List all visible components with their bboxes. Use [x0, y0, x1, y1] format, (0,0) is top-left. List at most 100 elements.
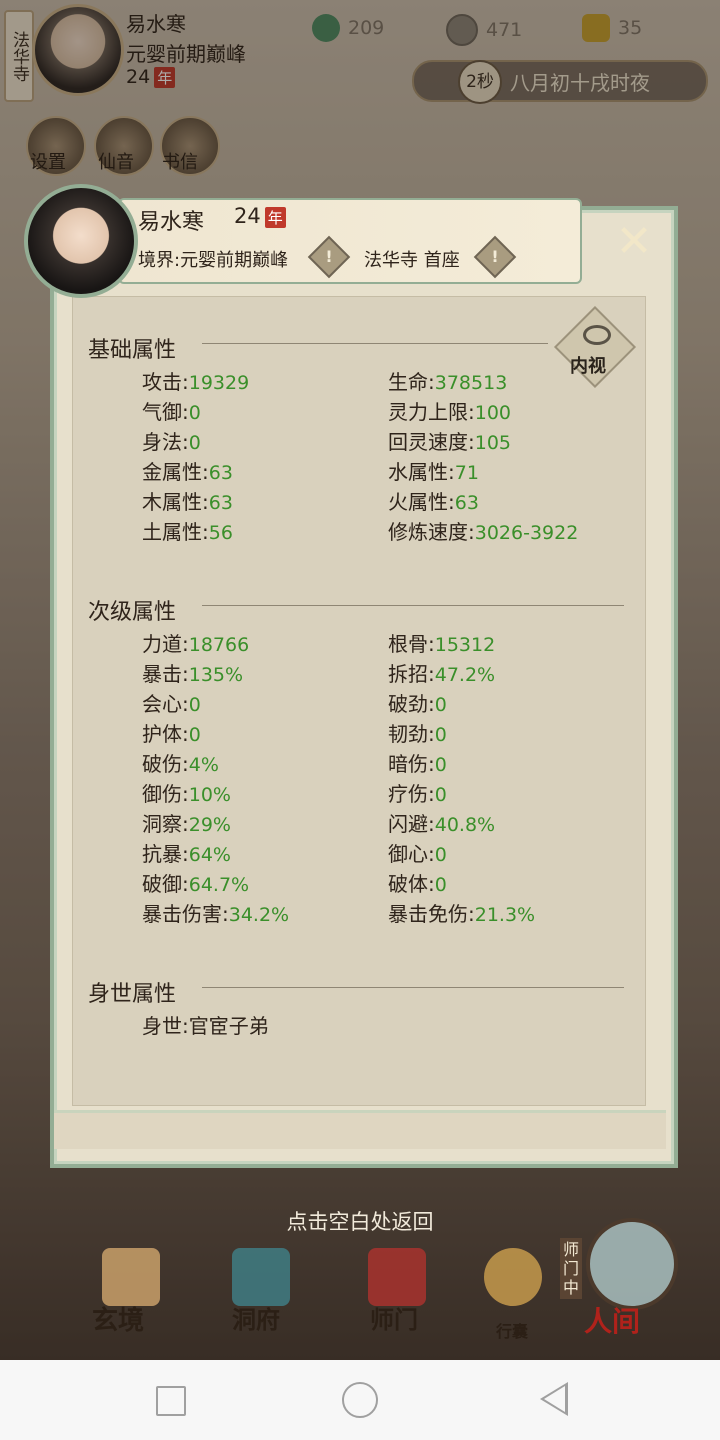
attribute-separator: : — [428, 632, 435, 656]
attribute-separator: : — [182, 430, 189, 454]
nav-xuanjing[interactable]: 玄境 — [92, 1300, 144, 1337]
attribute-separator: : — [182, 842, 189, 866]
back-icon[interactable] — [540, 1382, 568, 1416]
attribute-row: 暴击免伤:21.3% — [388, 898, 535, 927]
attribute-name: 疗伤 — [388, 782, 428, 806]
attribute-separator: : — [468, 430, 475, 454]
attribute-value: 0 — [434, 724, 447, 746]
attribute-row: 洞察:29% — [142, 808, 231, 837]
attribute-separator: : — [448, 460, 455, 484]
attribute-row: 暗伤:0 — [388, 748, 447, 777]
attribute-row: 破伤:4% — [142, 748, 219, 777]
attribute-row: 破体:0 — [388, 868, 447, 897]
attribute-name: 身法 — [142, 430, 182, 454]
attribute-name: 灵力上限 — [388, 400, 468, 424]
attribute-value: 10% — [188, 784, 231, 806]
attribute-name: 闪避 — [388, 812, 428, 836]
attribute-value: 0 — [434, 754, 447, 776]
attribute-separator: : — [448, 490, 455, 514]
attribute-row: 护体:0 — [142, 718, 201, 747]
character-portrait — [24, 184, 138, 298]
nav-renjian[interactable]: 人间 — [584, 1300, 640, 1340]
attribute-value: 47.2% — [434, 664, 496, 686]
nav-xingnang[interactable]: 行囊 — [496, 1318, 528, 1342]
attribute-row: 力道:18766 — [142, 628, 249, 657]
bag-nav-icon[interactable] — [484, 1248, 542, 1306]
character-realm: 境界:元婴前期巅峰 — [138, 250, 289, 271]
attribute-value: 71 — [454, 462, 479, 484]
attribute-value: 0 — [188, 402, 201, 424]
attribute-name: 破劲 — [388, 692, 428, 716]
attribute-value: 19329 — [188, 372, 250, 394]
attribute-row: 生命:378513 — [388, 366, 507, 395]
close-button[interactable]: ✕ — [610, 218, 658, 266]
character-name: 易水寒 — [138, 210, 205, 235]
attribute-value: 18766 — [188, 634, 250, 656]
attribute-value: 63 — [454, 492, 479, 514]
attribute-row: 闪避:40.8% — [388, 808, 495, 837]
attribute-row: 韧劲:0 — [388, 718, 447, 747]
attribute-separator: : — [468, 400, 475, 424]
attribute-separator: : — [428, 812, 435, 836]
attribute-separator: : — [182, 812, 189, 836]
section-title-background: 身世属性 — [88, 982, 177, 1007]
attribute-name: 洞察 — [142, 812, 182, 836]
attribute-separator: : — [182, 872, 189, 896]
attribute-row: 御心:0 — [388, 838, 447, 867]
attribute-separator: : — [182, 370, 189, 394]
attribute-separator: : — [202, 460, 209, 484]
nav-shimen[interactable]: 师门 — [370, 1300, 418, 1335]
attribute-row: 根骨:15312 — [388, 628, 495, 657]
attribute-value: 135% — [188, 664, 244, 686]
world-nav-icon[interactable] — [586, 1218, 678, 1310]
attribute-name: 暴击伤害 — [142, 902, 222, 926]
cave-nav-icon[interactable] — [232, 1248, 290, 1306]
attribute-row: 御伤:10% — [142, 778, 231, 807]
attribute-name: 抗暴 — [142, 842, 182, 866]
section-divider — [202, 343, 548, 344]
attribute-value: 105 — [474, 432, 512, 454]
attribute-value: 0 — [188, 694, 201, 716]
attribute-separator: : — [182, 662, 189, 686]
attribute-name: 御伤 — [142, 782, 182, 806]
attribute-row: 暴击:135% — [142, 658, 243, 687]
character-age: 24 年 — [234, 204, 286, 228]
attribute-value: 40.8% — [434, 814, 496, 836]
attribute-separator: : — [182, 400, 189, 424]
attribute-separator: : — [428, 842, 435, 866]
inner-view-label[interactable]: 内视 — [570, 352, 606, 378]
section-divider — [202, 605, 624, 606]
attribute-separator: : — [182, 782, 189, 806]
attribute-separator: : — [182, 752, 189, 776]
sect-nav-icon[interactable] — [368, 1248, 426, 1306]
attribute-value: 34.2% — [228, 904, 290, 926]
attribute-separator: : — [182, 632, 189, 656]
attribute-separator: : — [202, 520, 209, 544]
home-icon[interactable] — [342, 1382, 378, 1418]
attribute-value: 100 — [474, 402, 512, 424]
attribute-value: 15312 — [434, 634, 496, 656]
nav-dongfu[interactable]: 洞府 — [232, 1300, 280, 1335]
attribute-separator: : — [468, 902, 475, 926]
attribute-value: 0 — [434, 844, 447, 866]
attribute-value: 21.3% — [474, 904, 536, 926]
section-title-basic: 基础属性 — [88, 338, 177, 363]
sect-status-tag: 师门中 — [560, 1238, 582, 1299]
attribute-row: 疗伤:0 — [388, 778, 447, 807]
attribute-value: 63 — [208, 462, 233, 484]
attribute-separator: : — [428, 370, 435, 394]
attribute-value: 63 — [208, 492, 233, 514]
realm-nav-icon[interactable] — [102, 1248, 160, 1306]
attribute-separator: : — [182, 692, 189, 716]
recent-apps-icon[interactable] — [156, 1386, 186, 1416]
attribute-name: 金属性 — [142, 460, 202, 484]
attribute-value: 0 — [434, 784, 447, 806]
attribute-row: 木属性:63 — [142, 486, 233, 515]
attribute-row: 身法:0 — [142, 426, 201, 455]
attribute-name: 木属性 — [142, 490, 202, 514]
attribute-name: 水属性 — [388, 460, 448, 484]
attribute-separator: : — [428, 872, 435, 896]
attribute-row: 土属性:56 — [142, 516, 233, 545]
section-title-secondary: 次级属性 — [88, 600, 177, 625]
attribute-separator: : — [428, 752, 435, 776]
